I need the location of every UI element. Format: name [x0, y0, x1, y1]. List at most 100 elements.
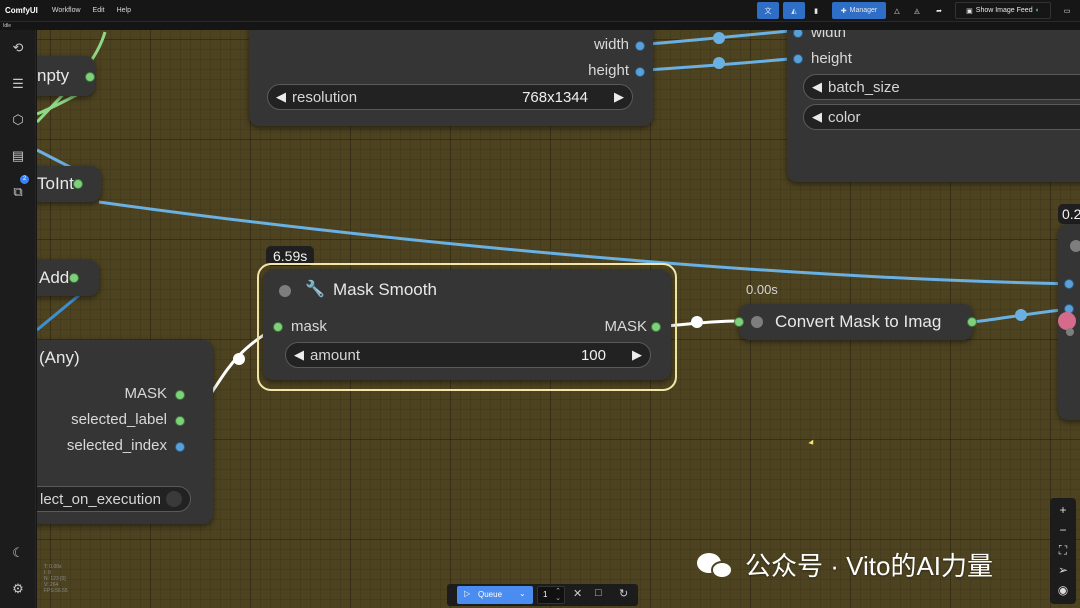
output-slot-width[interactable] [635, 41, 645, 51]
node-tree-icon[interactable]: ⧉ [9, 183, 27, 201]
bookmark-button[interactable]: ▮ [808, 2, 824, 19]
share-button[interactable]: ➦ [931, 2, 947, 19]
watermark: 公众号 · Vito的AI力量 [697, 546, 993, 583]
clear-queue-icon[interactable]: ✕ [573, 587, 582, 600]
input-label-mask: mask [291, 318, 327, 335]
output-label-mask-smooth: MASK [604, 318, 647, 335]
pointer-mode-icon[interactable]: ➢ [1050, 560, 1076, 580]
node-collapse-dot[interactable] [279, 285, 291, 297]
input-slot-right-c[interactable] [1066, 328, 1074, 336]
error-badge-icon [1058, 312, 1076, 330]
folder-icon[interactable]: ▤ [9, 147, 27, 165]
stat-line: FPS:56.55 [44, 588, 68, 594]
settings-gear-icon[interactable]: ⚙ [9, 580, 27, 598]
chevron-down-icon[interactable]: ⌄ [519, 589, 526, 598]
output-slot-selected-label[interactable] [175, 416, 185, 426]
node-convert-mask[interactable]: Convert Mask to Imag [734, 304, 977, 340]
input-slot-convert-mask[interactable] [734, 317, 744, 327]
node-collapse-dot[interactable] [1070, 240, 1080, 252]
node-collapse-dot[interactable] [751, 316, 763, 328]
menubar: ComfyUI Workflow Edit Help 文 ◭ ▮ ✚ Manag… [0, 0, 1080, 22]
menu-help[interactable]: Help [117, 7, 131, 14]
arrow-left-icon[interactable]: ◀ [294, 347, 304, 363]
panel-icon: ▭ [1063, 7, 1071, 15]
history-icon[interactable]: ⟲ [9, 39, 27, 57]
menu-edit[interactable]: Edit [93, 7, 105, 14]
node-add-title: Add [39, 268, 70, 287]
comfy-tool-button-b[interactable]: ◬ [909, 2, 925, 19]
status-idle: Idle [3, 23, 12, 29]
arrow-left-icon[interactable]: ◀ [812, 109, 822, 125]
node-toint-partial[interactable]: ToInt [37, 166, 101, 202]
convert-mask-timer: 0.00s [746, 282, 778, 297]
output-slot-toint[interactable] [73, 179, 83, 189]
node-add-partial[interactable]: Add [37, 260, 99, 296]
right-node-timer: 0.2 [1058, 204, 1080, 224]
model-cube-icon[interactable]: ⬡ [9, 111, 27, 129]
output-slot-empty[interactable] [85, 72, 95, 82]
toggle-links-eye-icon[interactable]: ◉ [1050, 580, 1076, 600]
batch-size-label: batch_size [828, 79, 900, 96]
arrow-left-icon[interactable]: ◀ [276, 89, 286, 105]
color-widget[interactable]: ◀ color [803, 104, 1080, 130]
panel-toggle-button[interactable]: ▭ [1059, 2, 1075, 19]
output-label-height: height [588, 62, 629, 79]
input-slot-mask[interactable] [273, 322, 283, 332]
zoom-out-icon[interactable]: − [1050, 520, 1076, 540]
color-label: color [828, 109, 861, 126]
toggle-knob[interactable] [166, 491, 182, 507]
share-arrow-icon: ➦ [936, 7, 942, 15]
node-empty-image[interactable]: width height ◀ batch_size ◀ color [787, 30, 1080, 182]
amount-label: amount [310, 347, 361, 364]
manager-button[interactable]: ✚ Manager [832, 2, 886, 19]
watermark-text: 公众号 · Vito的AI力量 [745, 551, 994, 581]
queue-count-input[interactable]: 1 ⌃ ⌄ [537, 586, 565, 604]
comfy-tool-button-a[interactable]: △ [889, 2, 905, 19]
arrow-right-icon[interactable]: ▶ [632, 347, 642, 363]
resolution-combo[interactable]: ◀ resolution 768x1344 ▶ [267, 84, 633, 110]
output-slot-mask-smooth[interactable] [651, 322, 661, 332]
node-canvas[interactable]: npty ToInt Add (Any) MASK selected_label… [37, 30, 1080, 608]
node-right-partial[interactable] [1058, 224, 1080, 420]
output-slot-height[interactable] [635, 67, 645, 77]
input-slot-width[interactable] [793, 30, 803, 38]
queue-list-icon[interactable]: ☰ [9, 75, 27, 93]
output-slot-image[interactable] [967, 317, 977, 327]
output-label-selected-index: selected_index [66, 437, 167, 454]
resolution-label: resolution [292, 89, 358, 106]
arrow-left-icon[interactable]: ◀ [812, 79, 822, 95]
output-slot-selected-index[interactable] [175, 442, 185, 452]
queue-button[interactable]: ▷ Queue ⌄ [457, 586, 533, 604]
refresh-icon[interactable]: ↻ [619, 587, 628, 600]
node-select-any[interactable]: (Any) MASK selected_label selected_index… [37, 340, 213, 524]
resolution-value: 768x1344 [522, 89, 588, 106]
input-slot-right-a[interactable] [1064, 279, 1074, 289]
image-feed-label: Show Image Feed [975, 7, 1033, 14]
input-slot-height[interactable] [793, 54, 803, 64]
output-slot-mask[interactable] [175, 390, 185, 400]
mask-tool-button[interactable]: ◭ [783, 2, 805, 19]
theme-moon-icon[interactable]: ☾ [9, 544, 27, 562]
amount-widget[interactable]: ◀ amount 100 ▶ [285, 342, 651, 368]
menu-workflow[interactable]: Workflow [52, 7, 81, 14]
queue-count-value: 1 [543, 590, 548, 599]
arrow-right-icon[interactable]: ▶ [614, 89, 624, 105]
stop-icon[interactable]: □ [595, 587, 602, 599]
output-slot-add[interactable] [69, 273, 79, 283]
puzzle-icon: ✚ [840, 7, 847, 15]
manager-label: Manager [849, 7, 878, 14]
translate-button[interactable]: 文 [757, 2, 779, 19]
output-label-mask: MASK [124, 385, 167, 402]
fit-view-icon[interactable]: ⛶ [1050, 540, 1076, 560]
zoom-in-icon[interactable]: + [1050, 500, 1076, 520]
node-empty-title: npty [37, 66, 70, 85]
play-icon: ▷ [464, 589, 471, 598]
node-empty-partial[interactable]: npty [37, 56, 95, 96]
show-image-feed-button[interactable]: ▣ Show Image Feed ◐ [955, 2, 1051, 19]
output-label-width: width [593, 36, 629, 53]
stepper-icon[interactable]: ⌃ ⌄ [555, 588, 561, 602]
batch-size-widget[interactable]: ◀ batch_size [803, 74, 1080, 100]
toggle-select-on-execution[interactable]: lect_on_execution [37, 486, 191, 512]
node-mask-smooth[interactable]: 🔧 Mask Smooth mask MASK ◀ amount 100 ▶ [263, 270, 671, 380]
node-resolution[interactable]: width height ◀ resolution 768x1344 ▶ [249, 30, 653, 126]
